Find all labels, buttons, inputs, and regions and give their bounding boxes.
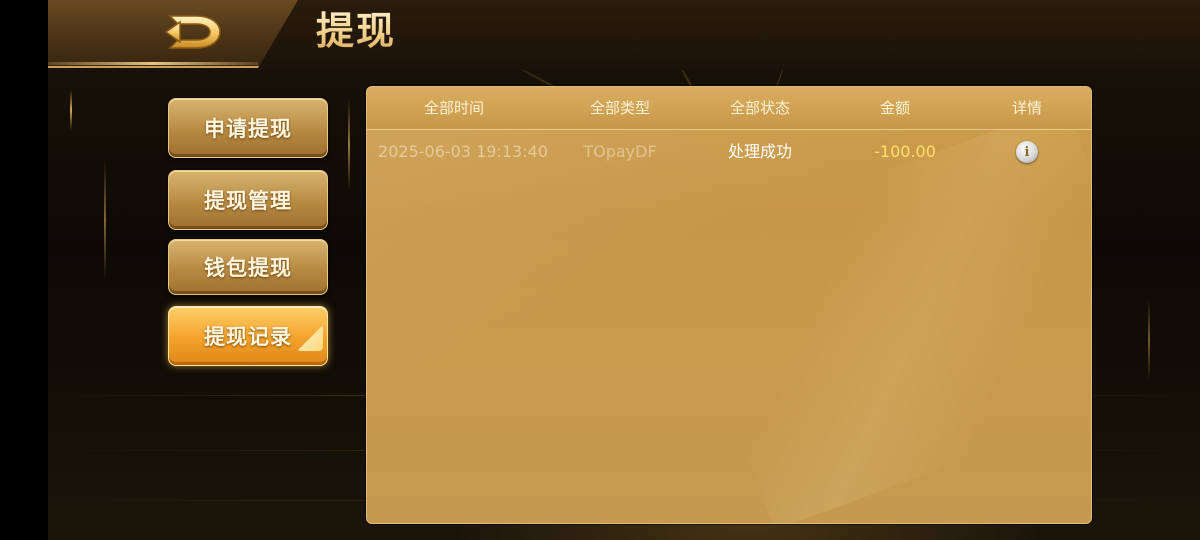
column-detail: 详情	[1011, 99, 1042, 117]
menu-withdraw-manage-button[interactable]: 提现管理	[168, 170, 328, 230]
filter-time-dropdown[interactable]: 全部时间	[389, 87, 519, 129]
info-icon[interactable]: i	[1016, 141, 1038, 163]
back-plate-edge	[48, 62, 258, 65]
records-panel: 全部时间 全部类型 全部状态 金额 详情 2025-06-03 19:13:40…	[366, 86, 1092, 524]
menu-item-label: 申请提现	[204, 117, 292, 141]
filter-status-dropdown[interactable]: 全部状态	[695, 87, 825, 129]
light-streak	[1148, 300, 1150, 380]
menu-item-label: 钱包提现	[204, 256, 292, 280]
row-type: TOpayDF	[583, 142, 657, 161]
light-streak	[348, 100, 350, 190]
column-amount: 金额	[879, 99, 910, 117]
menu-wallet-withdraw-button[interactable]: 钱包提现	[168, 239, 328, 295]
back-button[interactable]	[160, 8, 226, 56]
active-indicator-icon	[297, 325, 323, 351]
row-amount: -100.00	[874, 142, 936, 161]
menu-withdraw-record-button[interactable]: 提现记录	[168, 306, 328, 366]
menu-apply-withdraw-button[interactable]: 申请提现	[168, 98, 328, 158]
table-header: 全部时间 全部类型 全部状态 金额 详情	[367, 87, 1091, 130]
page-title: 提现	[316, 6, 396, 56]
light-streak	[104, 160, 106, 280]
table-row: 2025-06-03 19:13:40 TOpayDF 处理成功 -100.00…	[367, 130, 1091, 174]
menu-item-label: 提现管理	[204, 189, 292, 213]
row-time: 2025-06-03 19:13:40	[378, 142, 548, 161]
menu-item-label: 提现记录	[204, 325, 292, 349]
row-status: 处理成功	[727, 142, 792, 161]
filter-type-dropdown[interactable]: 全部类型	[555, 87, 685, 129]
light-streak	[70, 90, 72, 130]
back-arrow-icon	[164, 15, 221, 49]
